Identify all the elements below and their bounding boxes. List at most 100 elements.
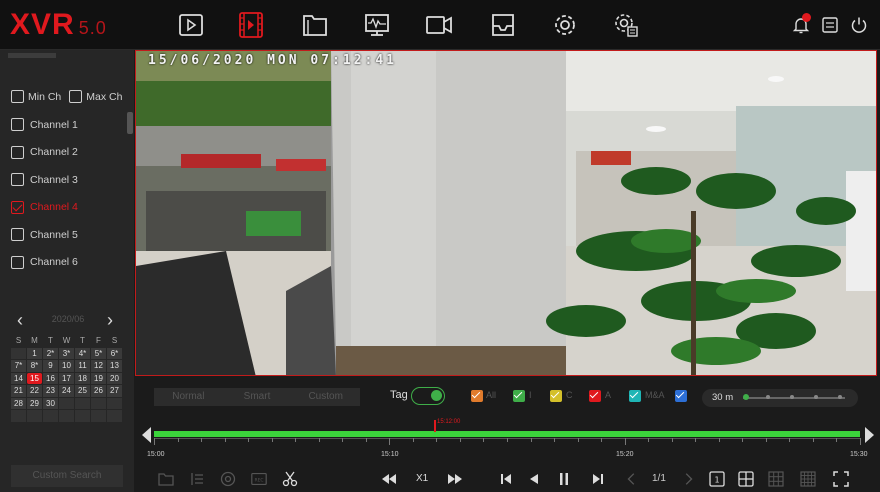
calendar-day[interactable]: 3* [59,347,74,359]
calendar-day[interactable]: 17 [59,372,74,384]
calendar-day[interactable]: 26 [91,385,106,397]
logo-text: XVR [10,8,75,41]
rewind-icon[interactable] [378,469,400,489]
timeline-next-icon[interactable] [865,427,874,443]
calendar-day[interactable]: 9 [43,360,58,372]
zoom-step[interactable] [838,395,842,399]
channel-item-6[interactable]: Channel 6 [11,255,78,284]
channel-checkbox[interactable] [11,255,24,269]
calendar-day[interactable]: 16 [43,372,58,384]
power-icon[interactable] [848,14,870,36]
calendar-day[interactable]: 11 [75,360,90,372]
next-frame-icon[interactable] [588,469,608,489]
zoom-knob[interactable] [743,394,749,400]
channel-item-2[interactable]: Channel 2 [11,145,78,174]
zoom-step[interactable] [814,395,818,399]
tab-normal[interactable]: Normal [154,388,223,406]
calendar-day[interactable]: 24 [59,385,74,397]
calendar-day[interactable]: 7* [11,360,26,372]
layout-4-icon[interactable] [735,469,757,489]
filter-ma-checkbox[interactable] [629,390,641,402]
calendar-day[interactable]: 20 [107,372,122,384]
calendar-day[interactable]: 15 [27,372,42,384]
zoom-track[interactable] [743,397,845,399]
system-settings-icon[interactable] [609,9,643,41]
layout-1-icon[interactable]: 1 [706,469,728,489]
filter-i-checkbox[interactable] [513,390,525,402]
calendar-next-icon[interactable]: › [107,310,113,330]
channel-checkbox[interactable] [11,118,24,131]
calendar-day[interactable]: 1 [27,347,42,359]
calendar-day[interactable]: 30 [43,397,58,409]
tab-custom[interactable]: Custom [291,388,360,406]
timeline-cursor[interactable] [434,420,436,432]
zoom-step[interactable] [790,395,794,399]
calendar-day[interactable]: 10 [59,360,74,372]
channel-checkbox[interactable] [11,228,24,241]
filter-all-checkbox[interactable] [471,390,483,402]
storage-icon[interactable] [486,9,520,41]
calendar-day[interactable]: 28 [11,397,26,409]
calendar-day[interactable]: 23 [43,385,58,397]
alarm-bell-icon[interactable] [790,13,812,36]
calendar-day[interactable]: 5* [91,347,106,359]
timeline-prev-icon[interactable] [142,427,151,443]
channel-item-5[interactable]: Channel 5 [11,228,78,256]
channel-item-4[interactable]: Channel 4 [11,200,78,229]
max-ch-checkbox[interactable] [69,90,83,103]
calendar-day[interactable]: 12 [91,360,106,372]
tab-smart[interactable]: Smart [223,388,292,406]
channel-checkbox[interactable] [11,200,24,214]
calendar-day[interactable]: 4* [75,347,90,359]
filter-extra-checkbox[interactable] [675,390,687,402]
calendar-day[interactable]: 19 [91,372,106,384]
calendar-day[interactable]: 13 [107,360,122,372]
layout-9-icon[interactable] [765,469,787,489]
prev-frame-icon[interactable] [496,469,516,489]
page-prev-icon[interactable] [624,469,640,489]
monitor-icon[interactable] [360,9,394,41]
reverse-play-icon[interactable] [524,469,544,489]
calendar-day[interactable]: 29 [27,397,42,409]
snapshot-icon[interactable] [218,469,238,489]
clip-scissors-icon[interactable] [279,469,301,489]
calendar-day[interactable]: 27 [107,385,122,397]
calendar-day[interactable]: 6* [107,347,122,359]
filter-a-checkbox[interactable] [589,390,601,402]
fast-forward-icon[interactable] [444,469,466,489]
calendar-day[interactable]: 14 [11,372,26,384]
channel-item-3[interactable]: Channel 3 [11,173,78,201]
min-ch-checkbox[interactable] [11,90,24,103]
playback-video[interactable]: 15/06/2020 MON 07:12:41 [135,50,877,376]
calendar-day[interactable]: 8* [27,360,42,372]
pause-icon[interactable] [554,469,574,489]
calendar-day[interactable]: 21 [11,385,26,397]
settings-gear-icon[interactable] [548,9,582,41]
sidebar-scrollbar[interactable] [127,112,133,134]
fullscreen-icon[interactable] [830,469,852,489]
record-camera-icon[interactable] [422,9,456,41]
timeline-zoom[interactable]: 30 m [702,389,858,407]
custom-search-button[interactable]: Custom Search [11,465,123,487]
channel-checkbox[interactable] [11,173,24,186]
calendar-day[interactable]: 25 [75,385,90,397]
tag-list-icon[interactable] [187,469,207,489]
file-manager-icon[interactable] [298,9,332,41]
tag-toggle[interactable] [411,387,445,405]
filter-c-checkbox[interactable] [550,390,562,402]
calendar-prev-icon[interactable]: ‹ [17,310,23,330]
backup-icon[interactable] [819,14,841,36]
zoom-step[interactable] [766,395,770,399]
backup-rec-icon[interactable]: REC [248,469,270,489]
channel-checkbox[interactable] [11,145,24,159]
layout-16-icon[interactable] [797,469,819,489]
recording-bar[interactable] [154,431,860,437]
folder-icon[interactable] [156,469,176,489]
calendar-day[interactable]: 18 [75,372,90,384]
playback-icon[interactable] [234,9,268,41]
calendar-day[interactable]: 2* [43,347,58,359]
channel-item-1[interactable]: Channel 1 [11,118,78,146]
calendar-day[interactable]: 22 [27,385,42,397]
live-view-icon[interactable] [174,9,208,41]
page-next-icon[interactable] [680,469,696,489]
